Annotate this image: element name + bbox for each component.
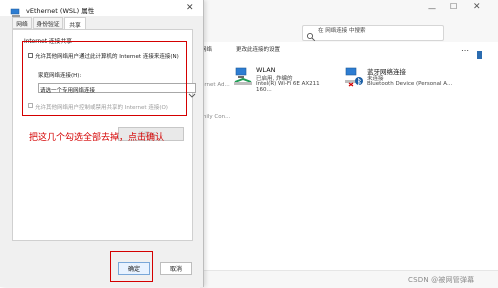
partial-connection-item[interactable]: mily Con... [201,114,230,121]
network-adapter-icon [232,66,254,88]
toolbar-change-settings[interactable]: 更改此连接的设置 [236,47,280,54]
connections-list [200,60,498,270]
annotation-text: 把这几个勾选全部去掉，点击确认 [29,133,165,143]
dialog-tabs: 网络 身份验证 共享 [12,17,192,30]
details-pane-icon[interactable] [476,45,486,59]
connection-item-wlan[interactable]: WLAN 已启用, 炸编的 Intel(R) Wi-Fi 6E AX211 16… [232,66,336,93]
search-icon [306,27,316,42]
annotation-highlight-box [22,41,187,116]
minimize-icon[interactable]: — [428,4,442,13]
tab-authentication[interactable]: 身份验证 [33,17,63,29]
bluetooth-network-icon [343,66,365,88]
chevron-down-icon [188,84,196,98]
close-window-icon[interactable]: ✕ [473,2,487,12]
close-icon[interactable]: ✕ [186,3,198,13]
connection-name: WLAN [256,66,276,74]
cancel-button[interactable]: 取消 [160,262,192,275]
dialog-title: vEthernet (WSL) 属性 [26,7,95,15]
connection-item-bluetooth[interactable]: 蓝牙网络连接 未连接 Bluetooth Device (Personal A.… [343,66,473,90]
connection-device: Intel(R) Wi-Fi 6E AX211 160... [256,81,320,93]
search-placeholder: 在 网络连接 中搜索 [318,28,366,34]
maximize-icon[interactable]: ☐ [450,2,464,12]
tab-network[interactable]: 网络 [12,17,32,29]
watermark-text: CSDN @被网管弹幕 [408,276,475,284]
network-adapter-icon [10,3,22,17]
toolbar-more-icon[interactable]: ⋯ [461,46,469,55]
connection-device: Bluetooth Device (Personal A... [367,81,453,87]
ok-button[interactable]: 确定 [118,262,150,275]
partial-connection-item[interactable]: ernet Ad... [201,82,230,89]
